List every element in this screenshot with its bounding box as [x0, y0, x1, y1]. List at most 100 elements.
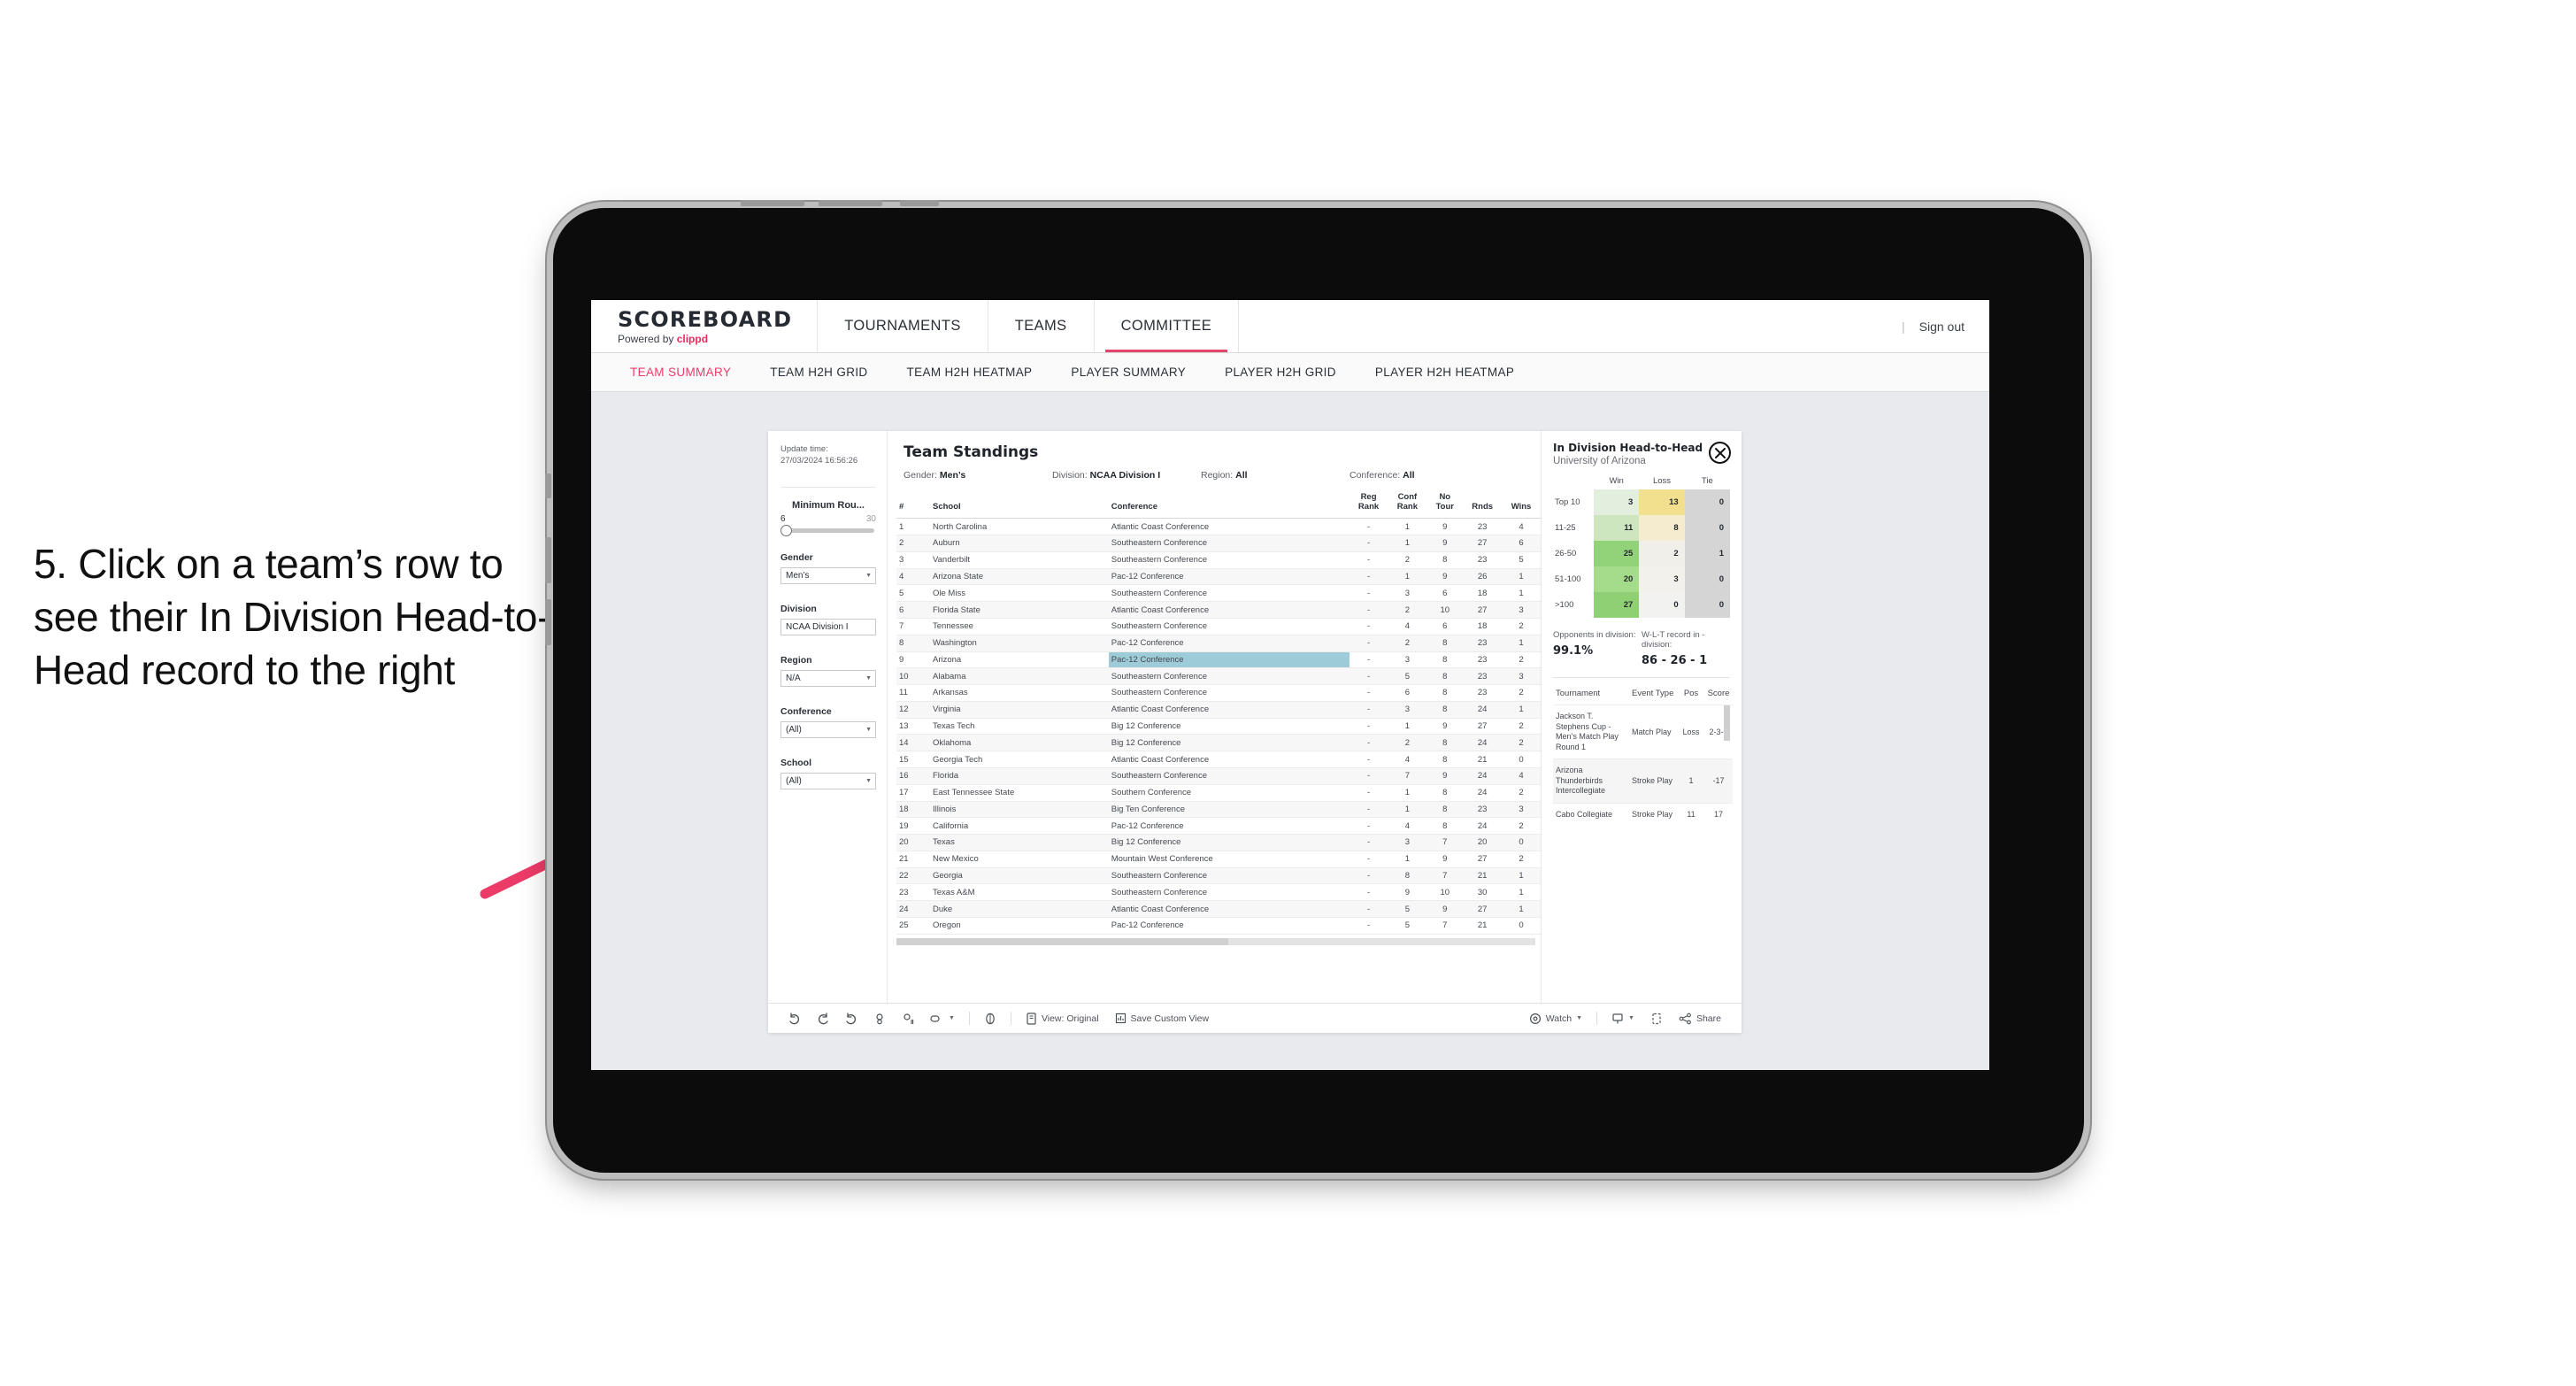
tournament-row[interactable]: Cabo Collegiate Stroke Play 11 17: [1553, 802, 1733, 827]
tablet-button-top-1: [741, 200, 804, 206]
table-cell: 9: [896, 651, 930, 669]
view-original-button[interactable]: View: Original: [1018, 1012, 1107, 1025]
nav-item-committee[interactable]: COMMITTEE: [1095, 300, 1240, 352]
table-row[interactable]: 7 Tennessee Southeastern Conference -4 6 18 2: [896, 618, 1541, 635]
table-cell: 2: [1502, 651, 1541, 669]
table-cell: 23: [1463, 651, 1503, 669]
tablet-button-top-3: [900, 200, 939, 206]
col-header-school[interactable]: School: [930, 491, 1109, 520]
tab-player-summary[interactable]: PLAYER SUMMARY: [1051, 366, 1205, 379]
h2h-cell-loss: 0: [1639, 592, 1685, 619]
table-cell: 9: [1426, 518, 1464, 536]
col-header-reg-rank[interactable]: Reg Rank: [1349, 491, 1388, 520]
table-row[interactable]: 16 Florida Southeastern Conference -7 9 24 4: [896, 767, 1541, 785]
gender-select[interactable]: Men’s ▼: [780, 566, 876, 584]
pause-icon[interactable]: [894, 1013, 922, 1025]
tournament-cell: Jackson T. Stephens Cup - Men’s Match Pl…: [1553, 705, 1629, 759]
table-row[interactable]: 3 Vanderbilt Southeastern Conference -2 8 23 5: [896, 551, 1541, 569]
table-row[interactable]: 9 Arizona Pac-12 Conference -3 8 23 2: [896, 651, 1541, 669]
chevron-down-icon: ▼: [865, 572, 872, 579]
table-cell: 8: [1426, 784, 1464, 802]
sign-out-link[interactable]: Sign out: [1919, 320, 1965, 334]
region-select[interactable]: N/A ▼: [780, 669, 876, 687]
table-row[interactable]: 1 North Carolina Atlantic Coast Conference…: [896, 518, 1541, 536]
conference-select[interactable]: (All) ▼: [780, 720, 876, 738]
chevron-down-icon: ▼: [949, 1015, 955, 1021]
chevron-down-icon: ▼: [865, 777, 872, 784]
nav-item-teams[interactable]: TEAMS: [988, 300, 1095, 352]
nav-item-tournaments[interactable]: TOURNAMENTS: [818, 300, 988, 352]
topbar-right-group: | Sign out: [1902, 300, 1989, 352]
col-header-conference[interactable]: Conference: [1108, 491, 1350, 520]
slider-handle[interactable]: [780, 524, 792, 536]
tab-player-h2h-grid[interactable]: PLAYER H2H GRID: [1205, 366, 1356, 379]
brand-logo: SCOREBOARD Powered by clippd: [591, 300, 819, 352]
standings-meta-key: Division:: [1052, 470, 1088, 481]
table-cell: -: [1349, 883, 1388, 902]
col-header--[interactable]: #: [896, 491, 930, 520]
table-cell: 2: [1388, 551, 1427, 569]
table-row[interactable]: 4 Arizona State Pac-12 Conference -1 9 26 1: [896, 568, 1541, 586]
school-select[interactable]: (All) ▼: [780, 772, 876, 789]
table-row[interactable]: 14 Oklahoma Big 12 Conference -2 8 24 2: [896, 734, 1541, 752]
chevron-down-icon: ▼: [865, 726, 872, 733]
watch-button[interactable]: Watch ▼: [1521, 1013, 1590, 1025]
division-select[interactable]: NCAA Division I: [780, 618, 876, 635]
table-row[interactable]: 10 Alabama Southeastern Conference -5 8 23 3: [896, 667, 1541, 686]
col-header-no-tour[interactable]: No Tour: [1426, 491, 1464, 520]
tournament-cell: 1: [1678, 758, 1704, 804]
horizontal-scrollbar[interactable]: [896, 937, 1535, 945]
table-cell: 1: [1388, 851, 1427, 868]
device-icon[interactable]: [1642, 1013, 1671, 1025]
col-header-wins[interactable]: Wins: [1502, 491, 1541, 520]
table-row[interactable]: 2 Auburn Southeastern Conference -1 9 27 6: [896, 535, 1541, 552]
table-row[interactable]: 24 Duke Atlantic Coast Conference -5 9 27 1: [896, 900, 1541, 918]
tournament-row[interactable]: Arizona Thunderbirds Intercollegiate Stro…: [1553, 758, 1733, 804]
table-row[interactable]: 11 Arkansas Southeastern Conference -6 8 23 2: [896, 684, 1541, 702]
table-row[interactable]: 8 Washington Pac-12 Conference -2 8 23 1: [896, 635, 1541, 652]
table-row[interactable]: 6 Florida State Atlantic Coast Conference -…: [896, 601, 1541, 619]
table-cell: 8: [1426, 751, 1464, 768]
tab-team-summary[interactable]: TEAM SUMMARY: [611, 366, 750, 379]
refresh-icon[interactable]: [865, 1013, 894, 1025]
table-row[interactable]: 23 Texas A&M Southeastern Conference -9 10 30…: [896, 883, 1541, 902]
tab-team-h2h-heatmap[interactable]: TEAM H2H HEATMAP: [888, 366, 1052, 379]
col-header-rnds[interactable]: Rnds: [1463, 491, 1503, 520]
comment-icon[interactable]: ▼: [1603, 1013, 1642, 1025]
slider-max-value: 30: [865, 513, 876, 524]
table-row[interactable]: 12 Virginia Atlantic Coast Conference -3 8 24…: [896, 701, 1541, 719]
table-cell: -: [1349, 584, 1388, 603]
close-icon[interactable]: [1709, 442, 1731, 464]
table-cell: Arizona: [930, 651, 1109, 669]
save-custom-view-button[interactable]: Save Custom View: [1107, 1013, 1218, 1025]
minimum-rounds-slider[interactable]: [780, 524, 874, 536]
table-row[interactable]: 20 Texas Big 12 Conference -3 7 20 0: [896, 834, 1541, 851]
table-row[interactable]: 15 Georgia Tech Atlantic Coast Conference -…: [896, 751, 1541, 768]
redo-icon[interactable]: [809, 1012, 837, 1025]
table-row[interactable]: 5 Ole Miss Southeastern Conference -3 6 18 1: [896, 584, 1541, 603]
tab-player-h2h-heatmap[interactable]: PLAYER H2H HEATMAP: [1356, 366, 1534, 379]
table-row[interactable]: 18 Illinois Big Ten Conference -1 8 23 3: [896, 801, 1541, 819]
col-header-conf-rank[interactable]: Conf Rank: [1388, 491, 1427, 520]
tournament-row[interactable]: Jackson T. Stephens Cup - Men’s Match Pl…: [1553, 705, 1733, 759]
standings-meta-key: Region:: [1201, 470, 1234, 481]
table-row[interactable]: 21 New Mexico Mountain West Conference -1 9 2…: [896, 851, 1541, 868]
gender-select-value: Men’s: [786, 570, 810, 581]
table-cell: 10: [896, 667, 930, 686]
share-button[interactable]: Share: [1671, 1013, 1729, 1025]
tournament-scrollbar[interactable]: [1724, 705, 1730, 742]
table-row[interactable]: 25 Oregon Pac-12 Conference -5 7 21 0: [896, 917, 1541, 935]
highlight-icon[interactable]: ▼: [922, 1013, 963, 1025]
device-preview-icon[interactable]: [976, 1013, 1004, 1025]
tournament-cell: Match Play: [1629, 705, 1678, 759]
undo-icon[interactable]: [780, 1012, 809, 1025]
table-row[interactable]: 22 Georgia Southeastern Conference -8 7 21 1: [896, 867, 1541, 885]
table-cell: 1: [1388, 718, 1427, 735]
tab-team-h2h-grid[interactable]: TEAM H2H GRID: [750, 366, 887, 379]
table-cell: 1: [1502, 584, 1541, 603]
tournament-cell: Arizona Thunderbirds Intercollegiate: [1553, 758, 1629, 804]
table-row[interactable]: 19 California Pac-12 Conference -4 8 24 2: [896, 817, 1541, 835]
table-row[interactable]: 17 East Tennessee State Southern Conferenc…: [896, 784, 1541, 802]
table-row[interactable]: 13 Texas Tech Big 12 Conference -1 9 27 2: [896, 718, 1541, 735]
revert-icon[interactable]: [837, 1012, 865, 1025]
